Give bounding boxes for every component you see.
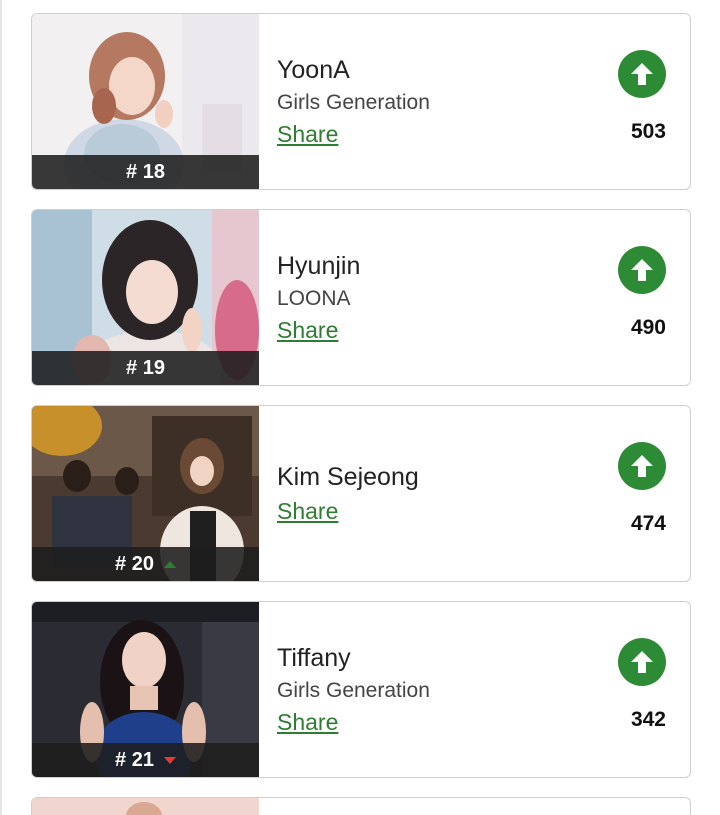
idol-photo[interactable]: # 20 bbox=[32, 406, 259, 581]
ranking-card-partial[interactable] bbox=[31, 797, 691, 815]
vote-button[interactable] bbox=[618, 638, 666, 686]
ranking-card[interactable]: # 18 YoonA Girls Generation Share 503 bbox=[31, 13, 691, 190]
rank-badge: # 18 bbox=[32, 155, 259, 189]
idol-name: Kim Sejeong bbox=[277, 462, 419, 491]
vote-count: 490 bbox=[630, 316, 666, 339]
share-link[interactable]: Share bbox=[277, 498, 338, 525]
arrow-up-icon bbox=[631, 651, 653, 673]
share-link[interactable]: Share bbox=[277, 317, 338, 344]
arrow-up-icon bbox=[631, 455, 653, 477]
ranking-card[interactable]: # 21 Tiffany Girls Generation Share 342 bbox=[31, 601, 691, 778]
rank-number: # 21 bbox=[115, 748, 154, 771]
vote-count: 342 bbox=[630, 708, 666, 731]
idol-photo[interactable] bbox=[32, 798, 259, 815]
idol-group: Girls Generation bbox=[277, 90, 430, 114]
rank-badge: # 20 bbox=[32, 547, 259, 581]
idol-group: LOONA bbox=[277, 286, 351, 310]
ranking-list: # 18 YoonA Girls Generation Share 503 # … bbox=[31, 13, 691, 815]
trend-up-icon bbox=[163, 560, 176, 568]
vote-count: 503 bbox=[630, 120, 666, 143]
arrow-up-icon bbox=[631, 63, 653, 85]
ranking-page: # 18 YoonA Girls Generation Share 503 # … bbox=[0, 0, 720, 815]
idol-info: YoonA Girls Generation Share bbox=[277, 14, 587, 189]
idol-name: Hyunjin bbox=[277, 251, 361, 280]
rank-badge: # 21 bbox=[32, 743, 259, 777]
share-link[interactable]: Share bbox=[277, 709, 338, 736]
idol-photo[interactable]: # 21 bbox=[32, 602, 259, 777]
vote-button[interactable] bbox=[618, 442, 666, 490]
idol-info: Kim Sejeong Share bbox=[277, 406, 587, 581]
idol-group: Girls Generation bbox=[277, 678, 430, 702]
vote-count: 474 bbox=[630, 512, 666, 535]
rank-number: # 19 bbox=[126, 356, 165, 379]
left-rail bbox=[0, 0, 2, 815]
idol-name: Tiffany bbox=[277, 643, 351, 672]
ranking-card[interactable]: # 20 Kim Sejeong Share 474 bbox=[31, 405, 691, 582]
rank-number: # 20 bbox=[115, 552, 154, 575]
idol-info: Hyunjin LOONA Share bbox=[277, 210, 587, 385]
trend-down-icon bbox=[163, 756, 176, 764]
arrow-up-icon bbox=[631, 259, 653, 281]
idol-info: Tiffany Girls Generation Share bbox=[277, 602, 587, 777]
share-link[interactable]: Share bbox=[277, 121, 338, 148]
vote-button[interactable] bbox=[618, 50, 666, 98]
idol-name: YoonA bbox=[277, 55, 350, 84]
vote-button[interactable] bbox=[618, 246, 666, 294]
rank-badge: # 19 bbox=[32, 351, 259, 385]
idol-photo[interactable]: # 19 bbox=[32, 210, 259, 385]
rank-number: # 18 bbox=[126, 160, 165, 183]
ranking-card[interactable]: # 19 Hyunjin LOONA Share 490 bbox=[31, 209, 691, 386]
idol-photo[interactable]: # 18 bbox=[32, 14, 259, 189]
